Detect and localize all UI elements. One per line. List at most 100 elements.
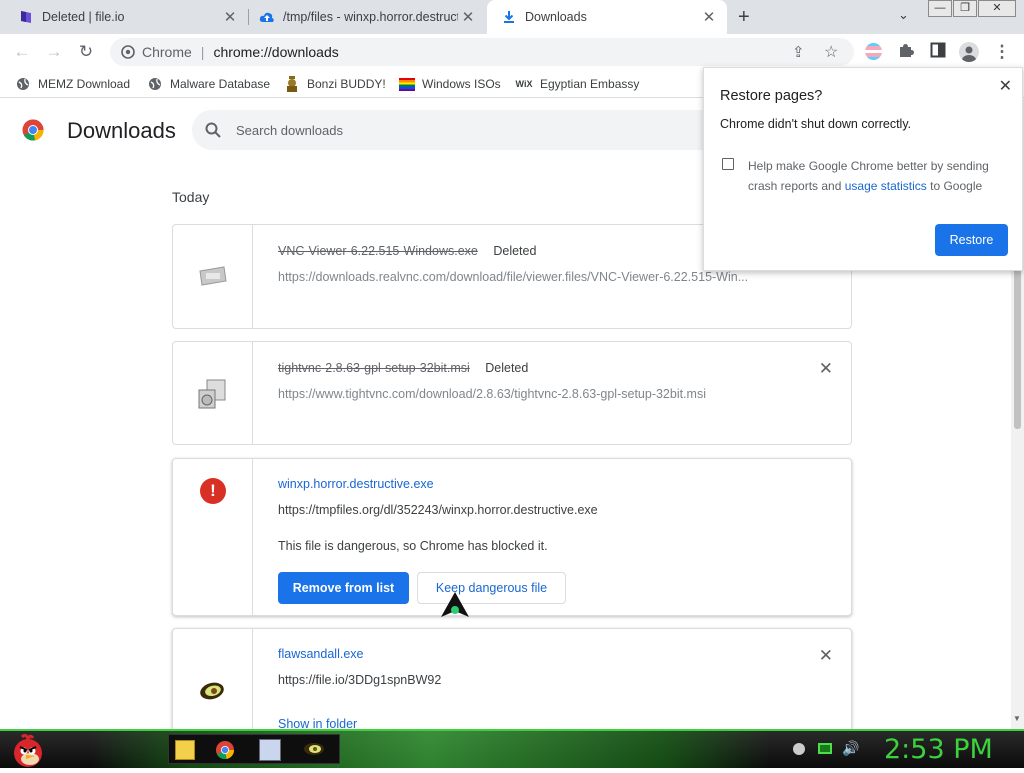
fileio-favicon-icon — [18, 9, 34, 25]
globe-icon — [147, 76, 163, 92]
usage-statistics-link[interactable]: usage statistics — [845, 179, 927, 193]
tab-search-chevron-down-icon[interactable]: ⌄ — [898, 7, 909, 23]
installer-taskbar-icon[interactable] — [259, 739, 281, 761]
share-icon[interactable]: ⇪ — [792, 43, 805, 61]
url-text: chrome://downloads — [213, 44, 339, 60]
close-tab-icon[interactable]: ✕ — [220, 8, 240, 26]
search-icon — [205, 121, 223, 139]
bookmark-label: Egyptian Embassy — [540, 77, 640, 91]
bookmark-star-icon[interactable]: ☆ — [824, 42, 838, 62]
maximize-button[interactable]: ❐ — [953, 0, 977, 17]
globe-icon — [15, 76, 31, 92]
close-dialog-icon[interactable]: ✕ — [999, 76, 1012, 96]
download-url: https://file.io/3DDg1spnBW92 — [278, 673, 442, 687]
page-title: Downloads — [67, 118, 176, 143]
download-status: Deleted — [493, 244, 537, 258]
tray-network-icon[interactable] — [793, 743, 805, 755]
taskbar-clock[interactable]: 2:53 PM — [884, 734, 993, 765]
bookmark-malware-database[interactable]: Malware Database — [147, 76, 270, 92]
download-item-icon-area — [173, 629, 253, 729]
bookmark-windows-isos[interactable]: Windows ISOs — [399, 76, 501, 92]
remove-from-list-button[interactable]: Remove from list — [278, 572, 409, 604]
tab-strip: Deleted | file.io ✕ /tmp/files - winxp.h… — [0, 0, 1024, 34]
extension-flag-icon[interactable] — [865, 43, 882, 60]
download-item: flawsandall.exe https://file.io/3DDg1spn… — [172, 628, 852, 729]
taskbar: 🔊 2:53 PM — [0, 729, 1024, 768]
omnibox-divider: | — [200, 44, 205, 60]
bookmark-label: Windows ISOs — [422, 77, 501, 91]
search-downloads-field[interactable]: Search downloads — [192, 110, 752, 150]
wix-icon: WiX — [515, 79, 533, 89]
new-tab-plus-icon[interactable]: + — [738, 6, 750, 29]
download-url: https://downloads.realvnc.com/download/f… — [278, 270, 749, 284]
extensions-puzzle-icon[interactable] — [896, 42, 916, 62]
checkbox-text: crash reports and — [748, 179, 842, 193]
tab-downloads[interactable]: Downloads ✕ — [487, 0, 727, 34]
download-status: Deleted — [485, 361, 529, 375]
download-icon — [501, 9, 517, 25]
tab-title: Downloads — [525, 10, 587, 24]
bookmark-bonzi-buddy[interactable]: Bonzi BUDDY! — [284, 76, 386, 92]
tab-title: Deleted | file.io — [42, 10, 125, 24]
download-item-icon-area — [173, 342, 253, 444]
section-heading: Today — [172, 189, 210, 205]
start-button-angry-bird-icon[interactable] — [8, 731, 48, 768]
back-arrow-icon[interactable]: ← — [12, 42, 32, 62]
chrome-page-icon — [120, 44, 136, 60]
download-url: https://www.tightvnc.com/download/2.8.63… — [278, 387, 706, 401]
rainbow-flag-icon — [399, 76, 415, 92]
cloud-upload-icon — [259, 9, 275, 25]
address-bar[interactable]: Chrome | chrome://downloads ⇪ ☆ — [110, 38, 854, 66]
close-tab-icon[interactable]: ✕ — [699, 8, 719, 26]
bookmark-label: Bonzi BUDDY! — [307, 77, 386, 91]
forward-arrow-icon[interactable]: → — [44, 42, 64, 62]
file-name: tightvnc-2.8.63-gpl-setup-32bit.msi — [278, 361, 470, 375]
close-window-button[interactable]: ✕ — [978, 0, 1016, 17]
tab-tmp-files[interactable]: /tmp/files - winxp.horror.destructi ✕ — [249, 0, 486, 34]
crash-reports-checkbox[interactable] — [722, 158, 734, 170]
file-name-link[interactable]: winxp.horror.destructive.exe — [278, 477, 434, 491]
profile-avatar-icon[interactable] — [959, 42, 979, 62]
checkbox-text: to Google — [930, 179, 983, 193]
restore-pages-dialog: Restore pages? ✕ Chrome didn't shut down… — [703, 67, 1023, 271]
checkbox-label: Help make Google Chrome better by sendin… — [748, 156, 1018, 196]
browser-toolbar: ← → ↻ Chrome | chrome://downloads ⇪ ☆ ⋮ — [0, 34, 1024, 70]
checkbox-text: Help make Google Chrome better by sendin… — [748, 159, 989, 173]
bookmark-memz[interactable]: MEMZ Download — [15, 76, 130, 92]
scroll-down-arrow-icon[interactable]: ▼ — [1013, 714, 1021, 723]
msi-installer-icon — [197, 378, 229, 415]
danger-warning-text: This file is dangerous, so Chrome has bl… — [278, 539, 548, 553]
bookmark-egyptian-embassy[interactable]: WiX Egyptian Embassy — [515, 76, 640, 92]
remove-download-close-icon[interactable]: ✕ — [819, 359, 833, 379]
download-item-dangerous: ! winxp.horror.destructive.exe https://t… — [172, 458, 852, 616]
search-placeholder: Search downloads — [236, 122, 343, 138]
remove-download-close-icon[interactable]: ✕ — [819, 646, 833, 666]
close-tab-icon[interactable]: ✕ — [458, 8, 478, 26]
more-menu-icon[interactable]: ⋮ — [992, 42, 1012, 62]
download-url: https://tmpfiles.org/dl/352243/winxp.hor… — [278, 503, 598, 517]
reload-icon[interactable]: ↻ — [76, 42, 96, 62]
dialog-message: Chrome didn't shut down correctly. — [720, 117, 912, 131]
download-item: tightvnc-2.8.63-gpl-setup-32bit.msi Dele… — [172, 341, 852, 445]
tray-display-icon[interactable] — [818, 743, 832, 754]
file-explorer-taskbar-icon[interactable] — [175, 740, 195, 760]
side-panel-icon[interactable] — [928, 42, 948, 62]
file-name-link[interactable]: flawsandall.exe — [278, 647, 363, 661]
vnc-file-icon — [198, 265, 228, 292]
bookmark-label: MEMZ Download — [38, 77, 131, 91]
avocado-taskbar-icon[interactable] — [303, 741, 325, 759]
file-name: VNC-Viewer-6.22.515-Windows.exe — [278, 244, 478, 258]
chrome-taskbar-icon[interactable] — [215, 740, 235, 760]
tray-volume-icon[interactable]: 🔊 — [842, 740, 859, 757]
dialog-title: Restore pages? — [720, 88, 823, 104]
tab-file-io[interactable]: Deleted | file.io ✕ — [0, 0, 248, 34]
download-item-icon-area — [173, 225, 253, 328]
bonzi-buddy-icon — [284, 76, 300, 92]
cursor-icon — [440, 591, 470, 621]
taskbar-apps — [168, 734, 340, 764]
restore-button[interactable]: Restore — [935, 224, 1008, 256]
download-item-icon-area: ! — [173, 459, 253, 615]
minimize-button[interactable]: — — [928, 0, 952, 17]
show-in-folder-link[interactable]: Show in folder — [278, 717, 357, 729]
avocado-file-icon — [199, 682, 225, 705]
